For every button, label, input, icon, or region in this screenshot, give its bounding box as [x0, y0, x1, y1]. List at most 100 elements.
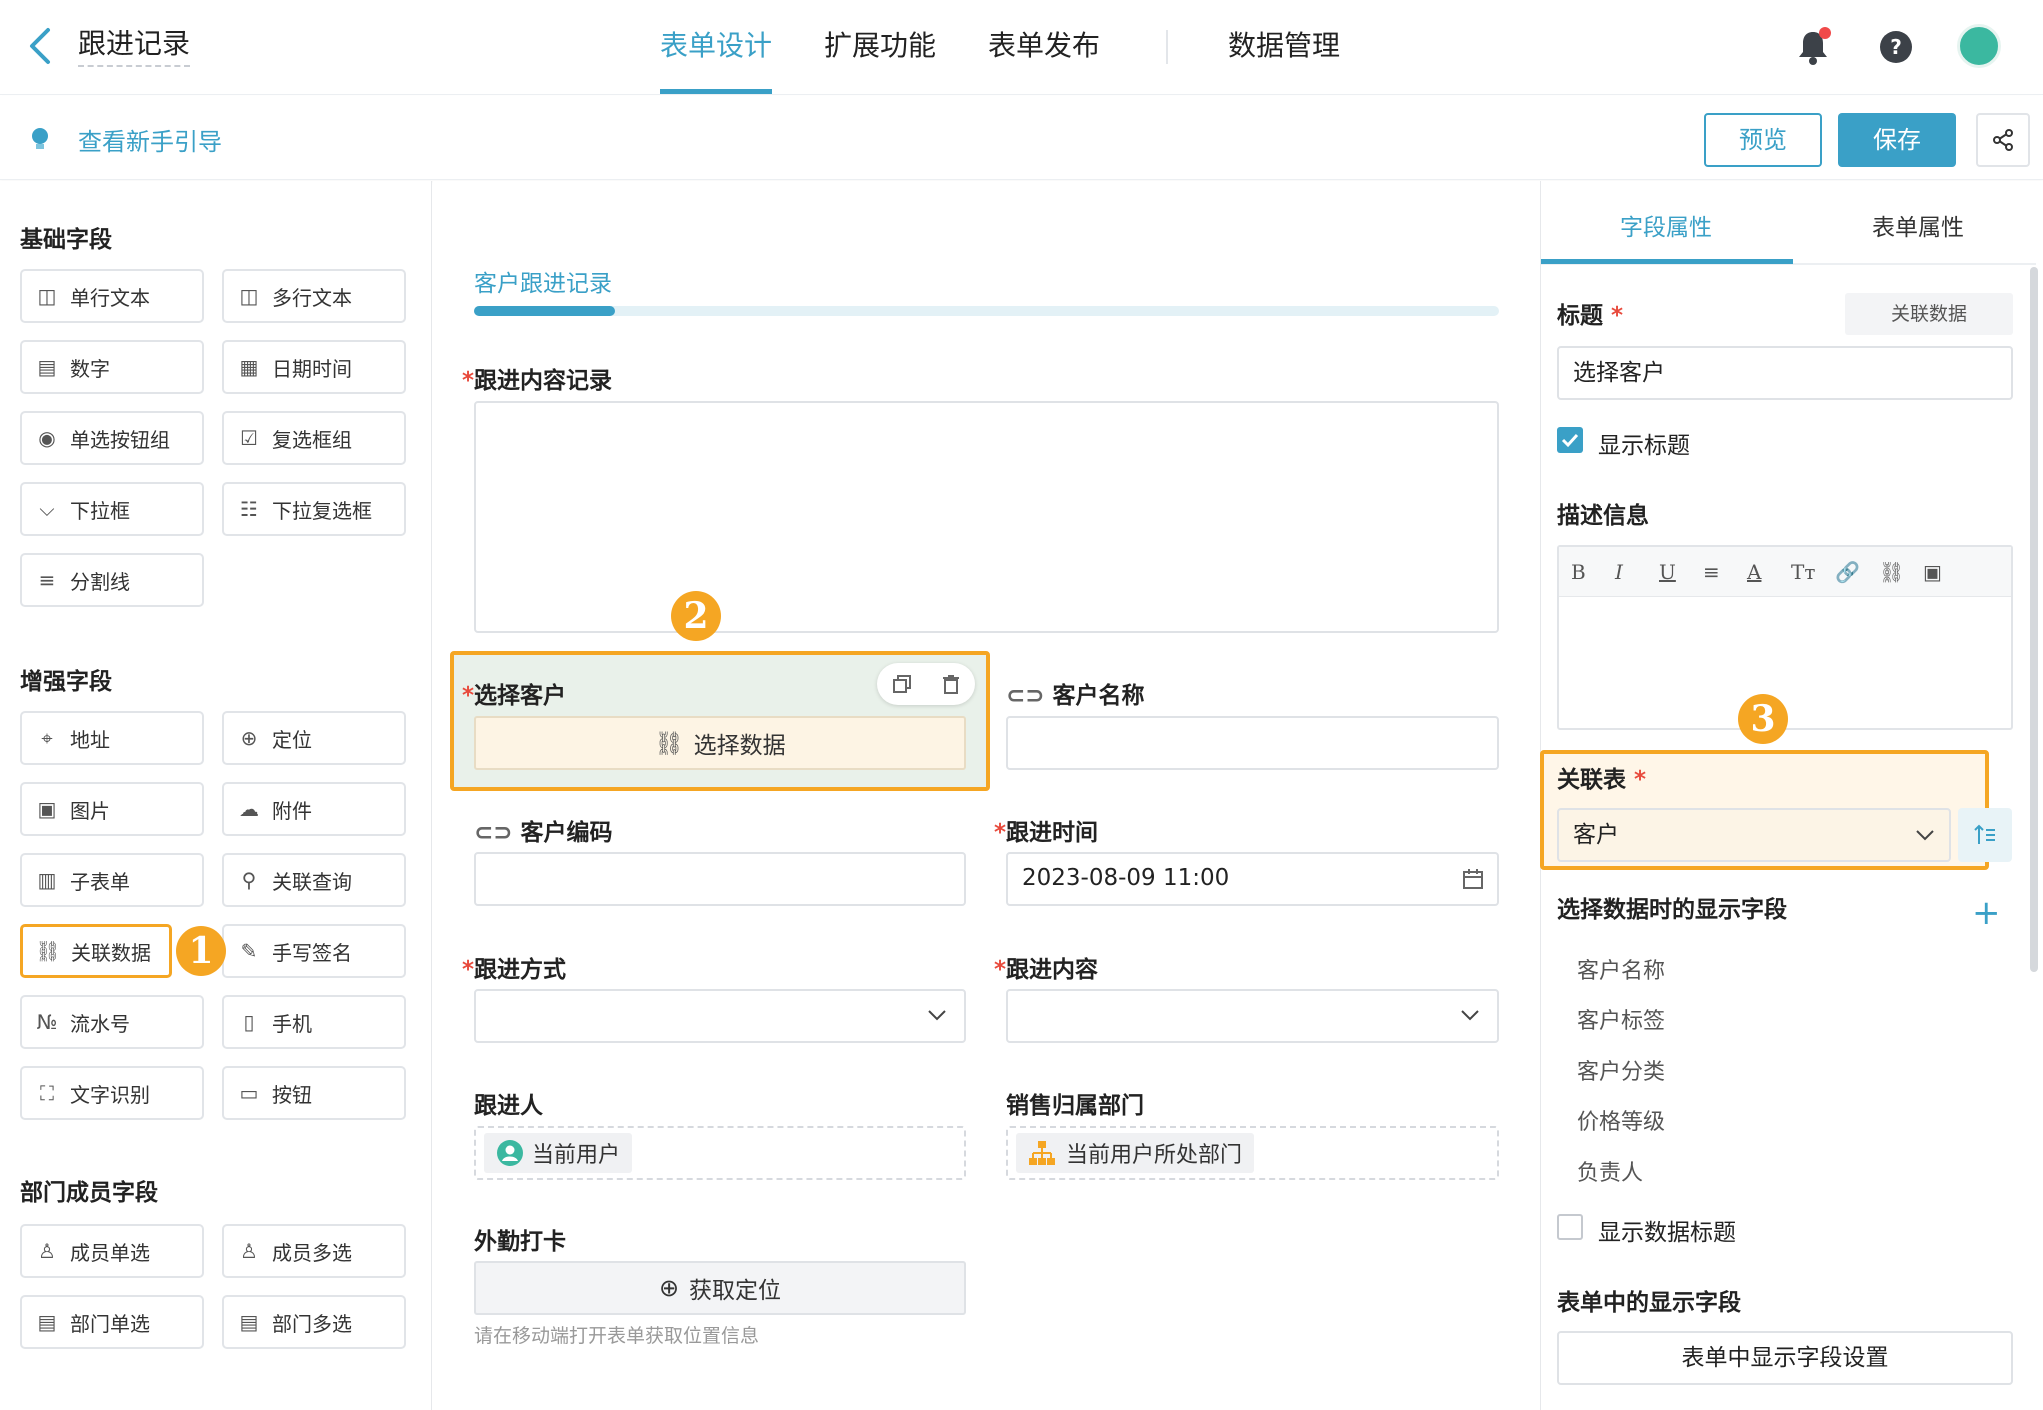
- tab-data-management[interactable]: 数据管理: [1228, 26, 1340, 89]
- field-address[interactable]: ⌖ 地址: [20, 711, 204, 765]
- panel-scrollbar[interactable]: [2030, 267, 2038, 972]
- follow-time-label: *跟进时间: [994, 820, 1099, 846]
- title-input[interactable]: 选择客户: [1557, 346, 2013, 400]
- field-dropdown-multi[interactable]: ☷ 下拉复选框: [222, 482, 406, 536]
- copy-icon[interactable]: [891, 673, 913, 695]
- follow-content-select[interactable]: [1006, 989, 1499, 1043]
- select-data-button[interactable]: ⛓ 选择数据: [474, 716, 966, 770]
- form-tab-track: [474, 306, 1499, 316]
- show-title-checkbox[interactable]: [1557, 427, 1583, 453]
- italic-icon[interactable]: I: [1615, 560, 1659, 584]
- field-number[interactable]: ▤ 数字: [20, 340, 204, 394]
- show-data-title-checkbox[interactable]: [1557, 1214, 1583, 1240]
- field-related-data[interactable]: ⛓ 关联数据: [20, 924, 172, 978]
- field-image[interactable]: ▣ 图片: [20, 782, 204, 836]
- display-field-item[interactable]: 负责人: [1577, 1155, 1643, 1187]
- follower-chip[interactable]: 当前用户: [484, 1133, 633, 1173]
- save-button[interactable]: 保存: [1838, 113, 1956, 167]
- form-section-tab[interactable]: 客户跟进记录: [474, 264, 612, 298]
- field-signature[interactable]: ✎ 手写签名: [222, 924, 406, 978]
- field-ocr[interactable]: ⛶ 文字识别: [20, 1066, 204, 1120]
- field-button[interactable]: ▭ 按钮: [222, 1066, 406, 1120]
- field-dept-single[interactable]: ▤ 部门单选: [20, 1295, 204, 1349]
- field-label: 文字识别: [70, 1082, 150, 1107]
- underline-icon[interactable]: U: [1659, 560, 1703, 584]
- serial-number-icon: №: [36, 1010, 58, 1034]
- field-label: 关联查询: [272, 869, 352, 894]
- field-related-query[interactable]: ⚲ 关联查询: [222, 853, 406, 907]
- tab-form-design[interactable]: 表单设计: [660, 26, 773, 94]
- dept-icon: ▤: [37, 1310, 57, 1334]
- content-record-textarea[interactable]: [474, 401, 1499, 633]
- checkin-label: 外勤打卡: [474, 1229, 566, 1255]
- bold-icon[interactable]: B: [1571, 560, 1615, 584]
- font-size-icon[interactable]: Tт: [1791, 560, 1835, 584]
- trash-icon[interactable]: [940, 673, 962, 695]
- dept-value: 当前用户所处部门: [1066, 1143, 1243, 1168]
- tab-form-publish[interactable]: 表单发布: [988, 26, 1100, 89]
- notification-dot: [1819, 27, 1831, 39]
- display-field-item[interactable]: 客户分类: [1577, 1054, 1665, 1086]
- field-checkbox-group[interactable]: ☑ 复选框组: [222, 411, 406, 465]
- customer-name-input[interactable]: [1006, 716, 1499, 770]
- font-color-icon[interactable]: A: [1747, 560, 1791, 584]
- divider-icon: ≡: [38, 568, 56, 592]
- customer-code-input[interactable]: [474, 852, 966, 906]
- rtab-indicator: [1541, 259, 1793, 264]
- back-arrow-icon[interactable]: [22, 22, 62, 70]
- field-subform[interactable]: ▥ 子表单: [20, 853, 204, 907]
- related-table-select[interactable]: 客户: [1557, 808, 1951, 862]
- field-divider[interactable]: ≡ 分割线: [20, 553, 204, 607]
- related-data-tag[interactable]: 关联数据: [1845, 293, 2013, 335]
- share-button[interactable]: [1976, 113, 2030, 167]
- org-chart-icon: [1029, 1141, 1055, 1165]
- user-circle-icon: [497, 1140, 523, 1166]
- user-avatar[interactable]: [1957, 24, 2001, 68]
- field-label: 成员单选: [70, 1240, 150, 1265]
- preview-button[interactable]: 预览: [1704, 113, 1822, 167]
- field-label: 按钮: [272, 1082, 312, 1107]
- sort-button[interactable]: [1958, 808, 2012, 862]
- guide-link[interactable]: 查看新手引导: [30, 122, 222, 157]
- dept-chip[interactable]: 当前用户所处部门: [1016, 1133, 1255, 1173]
- dept-fields-title: 部门成员字段: [20, 1180, 158, 1206]
- align-icon[interactable]: ≡: [1703, 560, 1747, 584]
- tab-field-properties[interactable]: 字段属性: [1620, 208, 1712, 242]
- tab-form-properties[interactable]: 表单属性: [1872, 208, 1964, 242]
- link-icon[interactable]: 🔗: [1835, 560, 1879, 584]
- field-member-single[interactable]: ♙ 成员单选: [20, 1224, 204, 1278]
- field-member-multi[interactable]: ♙ 成员多选: [222, 1224, 406, 1278]
- field-single-line-text[interactable]: ◫ 单行文本: [20, 269, 204, 323]
- add-display-field-icon[interactable]: +: [1972, 896, 2001, 930]
- tab-extensions[interactable]: 扩展功能: [824, 26, 936, 89]
- field-dept-multi[interactable]: ▤ 部门多选: [222, 1295, 406, 1349]
- app-title[interactable]: 跟进记录: [78, 26, 191, 67]
- related-table-label: 关联表 *: [1557, 767, 1647, 793]
- calendar-icon[interactable]: [1462, 868, 1484, 890]
- unlink-icon[interactable]: ⛓: [1879, 560, 1923, 584]
- field-attachment[interactable]: ☁ 附件: [222, 782, 406, 836]
- editor-toolbar: B I U ≡ A Tт 🔗 ⛓ ▣: [1559, 547, 2011, 597]
- image-icon: ▣: [37, 797, 57, 821]
- field-datetime[interactable]: ▦ 日期时间: [222, 340, 406, 394]
- display-field-item[interactable]: 客户标签: [1577, 1003, 1665, 1035]
- get-location-button[interactable]: ⊕ 获取定位: [474, 1261, 966, 1315]
- follow-method-select[interactable]: [474, 989, 966, 1043]
- field-location[interactable]: ⊕ 定位: [222, 711, 406, 765]
- display-field-item[interactable]: 价格等级: [1577, 1104, 1665, 1136]
- field-dropdown[interactable]: ⌵ 下拉框: [20, 482, 204, 536]
- related-data-icon: ⛓: [35, 939, 61, 963]
- button-icon: ▭: [239, 1081, 259, 1105]
- link-icon: ⊂⊃: [1006, 683, 1045, 709]
- help-icon[interactable]: ?: [1875, 26, 1917, 68]
- field-mini-toolbar: [877, 663, 975, 705]
- field-multi-line-text[interactable]: ◫ 多行文本: [222, 269, 406, 323]
- field-radio-group[interactable]: ◉ 单选按钮组: [20, 411, 204, 465]
- insert-image-icon[interactable]: ▣: [1923, 560, 1967, 584]
- field-serial-number[interactable]: № 流水号: [20, 995, 204, 1049]
- field-mobile[interactable]: ▯ 手机: [222, 995, 406, 1049]
- display-field-item[interactable]: 客户名称: [1577, 953, 1665, 985]
- show-data-title-label: 显示数据标题: [1598, 1220, 1736, 1246]
- field-label: 手写签名: [272, 940, 352, 965]
- form-display-settings-button[interactable]: 表单中显示字段设置: [1557, 1331, 2013, 1385]
